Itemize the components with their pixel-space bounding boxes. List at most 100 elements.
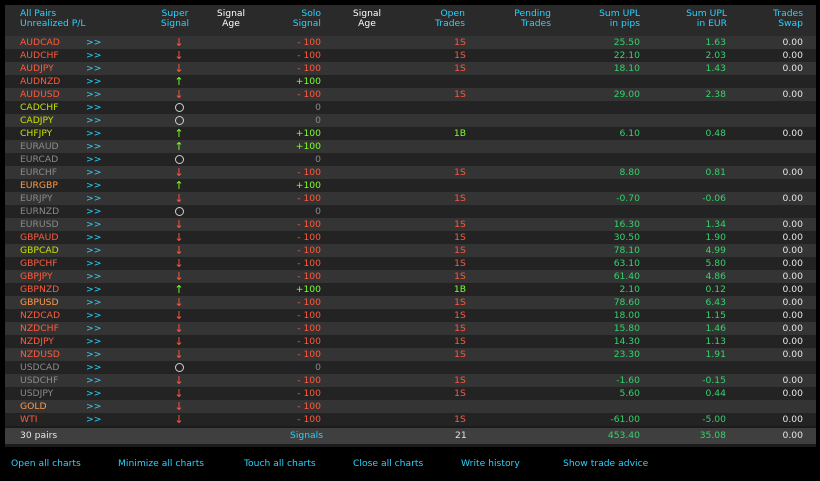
table-row: WTI >> ↓ - 100 1S -61.00 -5.00 0.00 (5, 413, 816, 426)
close-all-charts-link[interactable]: Close all charts (353, 458, 423, 469)
sum-upl-eur-value: 6.43 (705, 297, 726, 308)
open-chart-link[interactable]: >> (86, 166, 101, 179)
sum-upl-eur-value: 2.38 (705, 89, 726, 100)
sum-upl-pips-value: 78.10 (613, 245, 640, 256)
solo-signal-value: - 100 (297, 50, 321, 61)
open-chart-link[interactable]: >> (86, 296, 101, 309)
open-chart-link[interactable]: >> (86, 413, 101, 426)
table-row: NZDJPY >> ↓ - 100 1S 14.30 1.13 0.00 (5, 335, 816, 348)
header-signal-age-2: Signal Age (352, 8, 382, 29)
open-chart-link[interactable]: >> (86, 114, 101, 127)
solo-signal-value: - 100 (297, 414, 321, 425)
trades-swap-value: 0.00 (782, 193, 803, 204)
sum-upl-pips-value: 14.30 (613, 336, 640, 347)
trades-swap-value: 0.00 (782, 284, 803, 295)
table-row: AUDUSD >> ↓ - 100 1S 29.00 2.38 0.00 (5, 88, 816, 101)
solo-signal-value: - 100 (297, 89, 321, 100)
open-chart-link[interactable]: >> (86, 218, 101, 231)
open-chart-link[interactable]: >> (86, 179, 101, 192)
trades-swap-value: 0.00 (782, 336, 803, 347)
solo-signal-value: - 100 (297, 271, 321, 282)
sum-upl-pips-value: 61.40 (613, 271, 640, 282)
open-chart-link[interactable]: >> (86, 231, 101, 244)
solo-signal-value: - 100 (297, 245, 321, 256)
sum-upl-pips-value: -0.70 (616, 193, 640, 204)
open-chart-link[interactable]: >> (86, 322, 101, 335)
open-trades-value: 1S (454, 375, 466, 386)
sum-upl-eur-value: 1.15 (705, 310, 726, 321)
open-chart-link[interactable]: >> (86, 62, 101, 75)
table-row: EURAUD >> ↑ +100 (5, 140, 816, 153)
open-chart-link[interactable]: >> (86, 309, 101, 322)
open-chart-link[interactable]: >> (86, 374, 101, 387)
open-chart-link[interactable]: >> (86, 361, 101, 374)
open-trades-value: 1S (454, 349, 466, 360)
pair-name: AUDCAD (20, 37, 60, 48)
pair-name: NZDUSD (20, 349, 60, 360)
sum-upl-pips-value: 2.10 (619, 284, 640, 295)
open-chart-link[interactable]: >> (86, 88, 101, 101)
open-chart-link[interactable]: >> (86, 127, 101, 140)
open-trades-value: 1S (454, 193, 466, 204)
summary-swap: 0.00 (782, 430, 803, 441)
sum-upl-pips-value: 5.60 (619, 388, 640, 399)
arrow-up-icon: ↑ (174, 283, 184, 296)
pair-name: GBPAUD (20, 232, 59, 243)
minimize-all-charts-link[interactable]: Minimize all charts (118, 458, 204, 469)
arrow-down-icon: ↓ (174, 257, 184, 270)
open-chart-link[interactable]: >> (86, 49, 101, 62)
open-chart-link[interactable]: >> (86, 244, 101, 257)
solo-signal-value: 0 (315, 115, 321, 126)
open-chart-link[interactable]: >> (86, 257, 101, 270)
open-chart-link[interactable]: >> (86, 36, 101, 49)
open-chart-link[interactable]: >> (86, 387, 101, 400)
open-chart-link[interactable]: >> (86, 335, 101, 348)
arrow-up-icon: ↑ (174, 127, 184, 140)
sum-upl-pips-value: 18.10 (613, 63, 640, 74)
sum-upl-pips-value: 16.30 (613, 219, 640, 230)
solo-signal-value: - 100 (297, 388, 321, 399)
pairs-table: All Pairs Unrealized P/L Super Signal Si… (5, 5, 816, 447)
touch-all-charts-link[interactable]: Touch all charts (244, 458, 316, 469)
open-chart-link[interactable]: >> (86, 205, 101, 218)
open-chart-link[interactable]: >> (86, 101, 101, 114)
header-sum-upl-eur: Sum UPL in EUR (686, 8, 727, 29)
table-row: EURGBP >> ↑ +100 (5, 179, 816, 192)
open-all-charts-link[interactable]: Open all charts (11, 458, 81, 469)
arrow-down-icon: ↓ (174, 400, 184, 413)
open-chart-link[interactable]: >> (86, 140, 101, 153)
open-trades-value: 1S (454, 232, 466, 243)
write-history-link[interactable]: Write history (461, 458, 520, 469)
table-row: AUDNZD >> ↑ +100 (5, 75, 816, 88)
summary-row: 30 pairs Signals 21 453.40 35.08 0.00 (5, 428, 816, 444)
open-trades-value: 1S (454, 310, 466, 321)
open-chart-link[interactable]: >> (86, 348, 101, 361)
open-chart-link[interactable]: >> (86, 192, 101, 205)
arrow-down-icon: ↓ (174, 335, 184, 348)
open-chart-link[interactable]: >> (86, 75, 101, 88)
sum-upl-eur-value: 1.34 (705, 219, 726, 230)
summary-eur: 35.08 (699, 430, 726, 441)
sum-upl-eur-value: 4.99 (705, 245, 726, 256)
solo-signal-value: - 100 (297, 323, 321, 334)
trades-swap-value: 0.00 (782, 323, 803, 334)
show-trade-advice-link[interactable]: Show trade advice (563, 458, 648, 469)
table-row: GBPCAD >> ↓ - 100 1S 78.10 4.99 0.00 (5, 244, 816, 257)
open-chart-link[interactable]: >> (86, 153, 101, 166)
open-trades-value: 1B (453, 284, 467, 295)
header-super-signal: Super Signal (160, 8, 190, 29)
open-trades-value: 1S (454, 297, 466, 308)
sum-upl-eur-value: -5.00 (702, 414, 726, 425)
table-row: NZDUSD >> ↓ - 100 1S 23.30 1.91 0.00 (5, 348, 816, 361)
open-chart-link[interactable]: >> (86, 283, 101, 296)
open-chart-link[interactable]: >> (86, 270, 101, 283)
open-chart-link[interactable]: >> (86, 400, 101, 413)
table-row: EURCHF >> ↓ - 100 1S 8.80 0.81 0.00 (5, 166, 816, 179)
table-row: EURNZD >> 0 (5, 205, 816, 218)
pair-name: EURAUD (20, 141, 59, 152)
solo-signal-value: +100 (295, 128, 321, 139)
header-sum-upl-pips: Sum UPL in pips (599, 8, 640, 29)
table-row: EURCAD >> 0 (5, 153, 816, 166)
open-trades-value: 1S (454, 219, 466, 230)
trades-swap-value: 0.00 (782, 128, 803, 139)
